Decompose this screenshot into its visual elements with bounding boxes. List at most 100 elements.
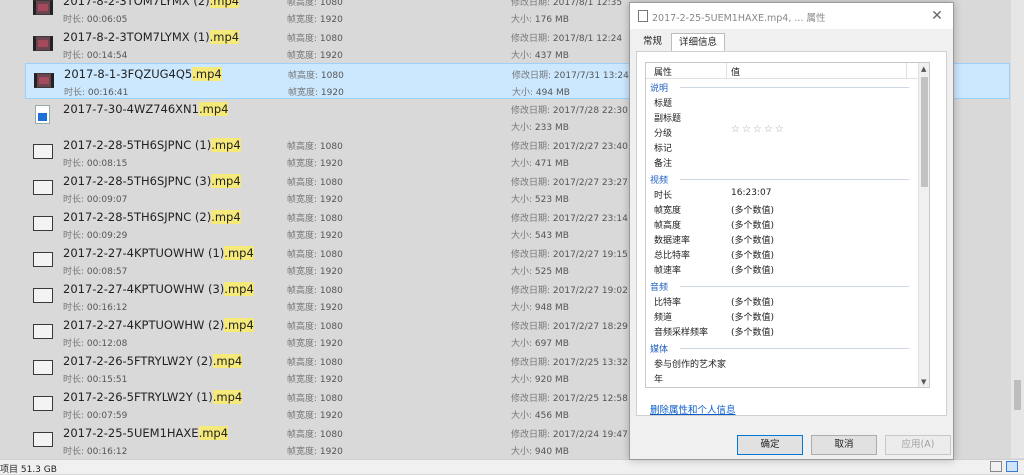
property-value[interactable]: (多个数值) (731, 233, 774, 246)
modified-value: 2017/2/25 13:32 (552, 358, 628, 368)
file-extension: .mp4 (192, 67, 222, 81)
file-name: 2017-8-1-3FQZUG4Q5.mp4 (64, 67, 222, 81)
size-label: 大小: (511, 339, 535, 349)
property-name: 频道 (654, 313, 673, 323)
frame-height-label: 帧高度: (287, 286, 320, 296)
modified-label: 修改日期: (511, 394, 553, 404)
property-name: 年 (654, 375, 664, 385)
duration-label: 时长: (63, 51, 87, 61)
modified-value: 2017/2/27 23:14 (552, 214, 628, 224)
size-label: 大小: (511, 267, 535, 277)
property-value[interactable]: (多个数值) (731, 310, 774, 323)
frame-width: 帧宽度: 1920 (287, 300, 343, 313)
remove-properties-link[interactable]: 删除属性和个人信息 (650, 402, 736, 416)
duration-label: 时长: (64, 88, 88, 98)
scrollbar-thumb[interactable] (1014, 380, 1021, 410)
tab-general[interactable]: 常规 (636, 33, 669, 51)
duration-label: 时长: (63, 195, 87, 205)
duration-label: 时长: (63, 231, 87, 241)
property-name: 备注 (654, 159, 673, 169)
property-value[interactable]: (多个数值) (731, 325, 774, 338)
dialog-title: 2017-2-25-5UEM1HAXE.mp4, ... 属性 (652, 13, 826, 24)
file-name: 2017-2-26-5FTRYLW2Y (1).mp4 (63, 390, 243, 404)
explorer-scrollbar[interactable] (1011, 0, 1024, 458)
video-thumbnail (33, 396, 53, 411)
grid-scrollbar-thumb[interactable] (921, 77, 928, 187)
modified-value: 2017/2/27 18:29 (552, 322, 628, 332)
file-duration: 时长: 00:07:59 (63, 408, 127, 421)
duration-value: 00:08:57 (86, 267, 128, 277)
frame-width: 帧宽度: 1920 (287, 192, 343, 205)
property-value[interactable]: (多个数值) (731, 295, 774, 308)
scroll-down-icon[interactable]: ▼ (921, 378, 926, 386)
property-value[interactable]: 16:23:07 (731, 188, 771, 198)
video-thumbnail (33, 0, 53, 15)
group-divider (680, 87, 909, 88)
file-base-name: 2017-8-1-3FQZUG4Q5 (64, 67, 193, 81)
size-value: 523 MB (534, 195, 569, 205)
details-view-icon[interactable] (990, 461, 1002, 472)
column-value[interactable]: 值 (731, 65, 740, 78)
property-group[interactable]: 说明 (650, 81, 915, 94)
modified-date: 修改日期: 2017/7/31 13:24 (512, 68, 629, 81)
file-extension: .mp4 (212, 390, 243, 404)
property-name: 帧宽度 (654, 206, 682, 216)
frame-width-label: 帧宽度: (287, 15, 320, 25)
property-value[interactable]: (多个数值) (731, 218, 774, 231)
video-thumbnail (34, 73, 54, 88)
file-name: 2017-2-25-5UEM1HAXE.mp4 (63, 426, 229, 440)
tab-details[interactable]: 详细信息 (671, 33, 725, 52)
property-value[interactable]: (多个数值) (731, 203, 774, 216)
column-divider[interactable] (726, 63, 727, 78)
frame-width-value: 1920 (319, 267, 343, 277)
property-value[interactable]: (多个数值) (731, 248, 774, 261)
size-label: 大小: (511, 15, 535, 25)
property-group[interactable]: 音频 (650, 280, 915, 293)
size-value: 543 MB (534, 231, 569, 241)
file-size: 大小: 456 MB (511, 408, 569, 421)
file-base-name: 2017-2-28-5TH6SJPNC (2) (63, 210, 212, 224)
file-duration: 时长: 00:16:12 (63, 444, 127, 457)
grid-scrollbar[interactable]: ▲ ▼ (918, 63, 929, 387)
column-property[interactable]: 属性 (654, 65, 672, 78)
frame-width-value: 1920 (319, 303, 343, 313)
dialog-titlebar: 2017-2-25-5UEM1HAXE.mp4, ... 属性 ✕ (630, 3, 953, 29)
file-base-name: 2017-8-2-3TOM7LYMX (2) (63, 0, 210, 8)
ok-button[interactable]: 确定 (737, 435, 803, 455)
file-name: 2017-2-28-5TH6SJPNC (1).mp4 (63, 138, 241, 152)
property-group[interactable]: 媒体 (650, 342, 915, 355)
size-label: 大小: (511, 411, 535, 421)
duration-label: 时长: (63, 339, 87, 349)
duration-value: 00:09:29 (86, 231, 128, 241)
grid-header: 属性 值 (646, 63, 929, 79)
frame-width-value: 1920 (319, 231, 343, 241)
property-value[interactable]: (多个数值) (731, 263, 774, 276)
file-name: 2017-2-28-5TH6SJPNC (2).mp4 (63, 210, 241, 224)
video-thumbnail (33, 432, 53, 447)
property-group[interactable]: 视频 (650, 173, 915, 186)
apply-button[interactable]: 应用(A) (885, 435, 951, 455)
scroll-up-icon[interactable]: ▲ (921, 65, 926, 73)
frame-height-value: 1080 (319, 322, 343, 332)
file-duration: 时长: 00:06:05 (63, 12, 127, 25)
size-label: 大小: (511, 123, 535, 133)
file-name: 2017-8-2-3TOM7LYMX (1).mp4 (63, 30, 240, 44)
size-value: 456 MB (534, 411, 569, 421)
video-thumbnail (33, 324, 53, 339)
large-icons-view-icon[interactable] (1006, 461, 1018, 472)
file-size: 大小: 697 MB (511, 336, 569, 349)
cancel-button[interactable]: 取消 (811, 435, 877, 455)
modified-date: 修改日期: 2017/2/27 23:40 (511, 139, 628, 152)
modified-date: 修改日期: 2017/2/25 13:32 (511, 355, 628, 368)
size-value: 494 MB (535, 88, 570, 98)
frame-height-label: 帧高度: (287, 322, 320, 332)
close-icon[interactable]: ✕ (927, 6, 947, 26)
size-label: 大小: (511, 303, 535, 313)
file-duration: 时长: 00:15:51 (63, 372, 127, 385)
duration-value: 00:09:07 (86, 195, 128, 205)
rating-stars[interactable]: ☆☆☆☆☆ (731, 124, 786, 135)
frame-width-value: 1920 (319, 411, 343, 421)
file-base-name: 2017-2-28-5TH6SJPNC (3) (63, 174, 212, 188)
size-value: 697 MB (534, 339, 569, 349)
column-divider[interactable] (906, 63, 907, 78)
